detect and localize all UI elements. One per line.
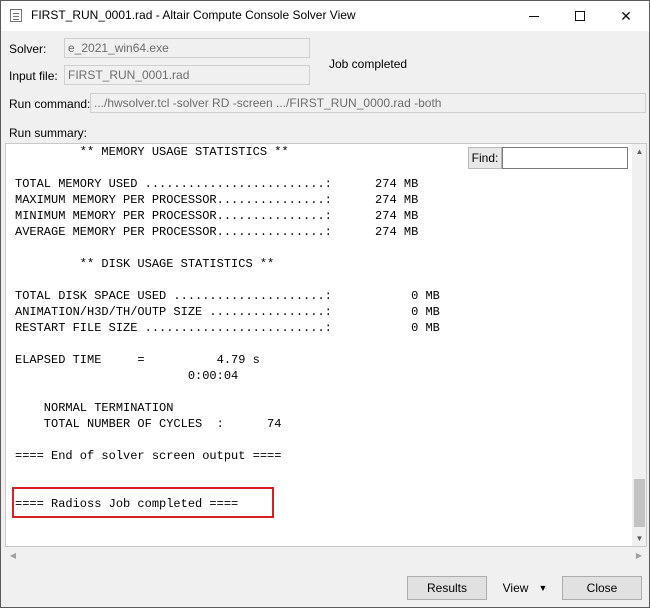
console-line: MINIMUM MEMORY PER PROCESSOR............… — [15, 209, 419, 223]
console-line: TOTAL DISK SPACE USED ..................… — [15, 289, 440, 303]
view-menu-button[interactable]: View ▼ — [495, 576, 555, 600]
solver-label: Solver: — [9, 42, 47, 56]
console-line: NORMAL TERMINATION — [15, 401, 174, 415]
job-status: Job completed — [329, 57, 408, 71]
title-bar: FIRST_RUN_0001.rad - Altair Compute Cons… — [1, 1, 649, 31]
scroll-left-icon[interactable]: ◀ — [5, 547, 21, 563]
vertical-scrollbar[interactable]: ▲ ▼ — [632, 144, 646, 546]
run-command-label: Run command: — [9, 97, 91, 111]
document-icon — [10, 9, 22, 22]
find-label: Find: — [468, 147, 502, 169]
console-output: ** MEMORY USAGE STATISTICS ** TOTAL MEMO… — [15, 144, 440, 512]
scroll-right-icon[interactable]: ▶ — [631, 547, 647, 563]
console-line: TOTAL NUMBER OF CYCLES : 74 — [15, 417, 282, 431]
results-button[interactable]: Results — [407, 576, 487, 600]
scrollbar-thumb[interactable] — [634, 479, 645, 527]
horizontal-scrollbar[interactable]: ◀ ▶ — [5, 547, 647, 563]
scroll-down-icon[interactable]: ▼ — [632, 531, 646, 546]
input-file-label: Input file: — [9, 69, 58, 83]
find-input[interactable] — [502, 147, 628, 169]
run-command-field[interactable]: .../hwsolver.tcl -solver RD -screen .../… — [90, 93, 646, 113]
close-button[interactable]: Close — [562, 576, 642, 600]
console-line: ==== End of solver screen output ==== — [15, 449, 282, 463]
solver-field[interactable]: e_2021_win64.exe — [64, 38, 310, 58]
window-title: FIRST_RUN_0001.rad - Altair Compute Cons… — [31, 8, 356, 22]
console-line: RESTART FILE SIZE ......................… — [15, 321, 440, 335]
scroll-up-icon[interactable]: ▲ — [632, 144, 646, 159]
console-line: ANIMATION/H3D/TH/OUTP SIZE .............… — [15, 305, 440, 319]
console-line: TOTAL MEMORY USED ......................… — [15, 177, 419, 191]
run-summary-label: Run summary: — [9, 126, 88, 140]
console-line: ELAPSED TIME = 4.79 s — [15, 353, 260, 367]
highlight-box — [12, 487, 274, 518]
dropdown-caret-icon: ▼ — [538, 583, 548, 593]
close-icon: ✕ — [620, 7, 632, 24]
input-file-field[interactable]: FIRST_RUN_0001.rad — [64, 65, 310, 85]
console-line: ** MEMORY USAGE STATISTICS ** — [15, 145, 289, 159]
console-line: AVERAGE MEMORY PER PROCESSOR............… — [15, 225, 419, 239]
find-bar: Find: — [468, 146, 634, 170]
close-window-button[interactable]: ✕ — [603, 1, 649, 31]
minimize-button[interactable] — [511, 1, 557, 31]
run-summary-panel[interactable]: ** MEMORY USAGE STATISTICS ** TOTAL MEMO… — [5, 143, 647, 547]
view-label: View — [502, 581, 529, 595]
console-line: MAXIMUM MEMORY PER PROCESSOR............… — [15, 193, 419, 207]
console-line: 0:00:04 — [15, 369, 239, 383]
solver-view-window: FIRST_RUN_0001.rad - Altair Compute Cons… — [0, 0, 650, 608]
maximize-icon — [575, 11, 585, 21]
console-line: ** DISK USAGE STATISTICS ** — [15, 257, 275, 271]
maximize-button[interactable] — [557, 1, 603, 31]
minimize-icon — [529, 15, 539, 17]
